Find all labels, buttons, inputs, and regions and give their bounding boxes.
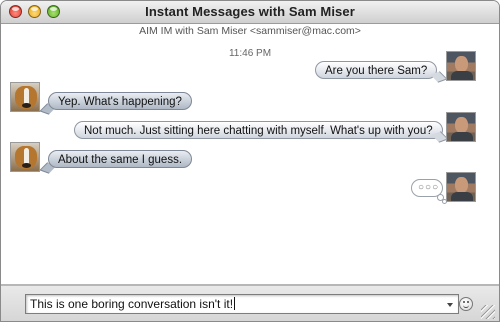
message-input[interactable]: This is one boring conversation isn't it… (25, 294, 459, 314)
smiley-icon[interactable] (459, 297, 473, 311)
dog-avatar[interactable] (10, 82, 40, 112)
typing-dots: ○○○ (418, 182, 440, 193)
message-text: Yep. What's happening? (58, 96, 182, 108)
message-bubble-sent: Are you there Sam? (315, 61, 438, 79)
message-bubble-sent: Not much. Just sitting here chatting wit… (74, 121, 443, 139)
message-bubble-received: About the same I guess. (48, 150, 193, 168)
sam-avatar[interactable] (446, 51, 476, 81)
sam-avatar[interactable] (446, 112, 476, 142)
title-bar[interactable]: Instant Messages with Sam Miser (1, 1, 499, 24)
message-bubble-received: Yep. What's happening? (48, 92, 192, 110)
dog-avatar[interactable] (10, 142, 40, 172)
message-text: Are you there Sam? (325, 65, 428, 77)
resize-grip-icon[interactable] (481, 305, 495, 319)
message-text: About the same I guess. (58, 154, 183, 166)
window-title: Instant Messages with Sam Miser (145, 4, 355, 19)
message-text: Not much. Just sitting here chatting wit… (84, 125, 433, 137)
input-dropdown-icon[interactable] (447, 303, 453, 307)
message-timestamp: 11:46 PM (228, 48, 272, 59)
instant-message-window: Instant Messages with Sam Miser AIM IM w… (0, 0, 500, 322)
message-input-value[interactable]: This is one boring conversation isn't it… (30, 297, 236, 311)
chat-subtitle: AIM IM with Sam Miser <sammiser@mac.com> (139, 25, 361, 37)
sam-avatar[interactable] (446, 172, 476, 202)
